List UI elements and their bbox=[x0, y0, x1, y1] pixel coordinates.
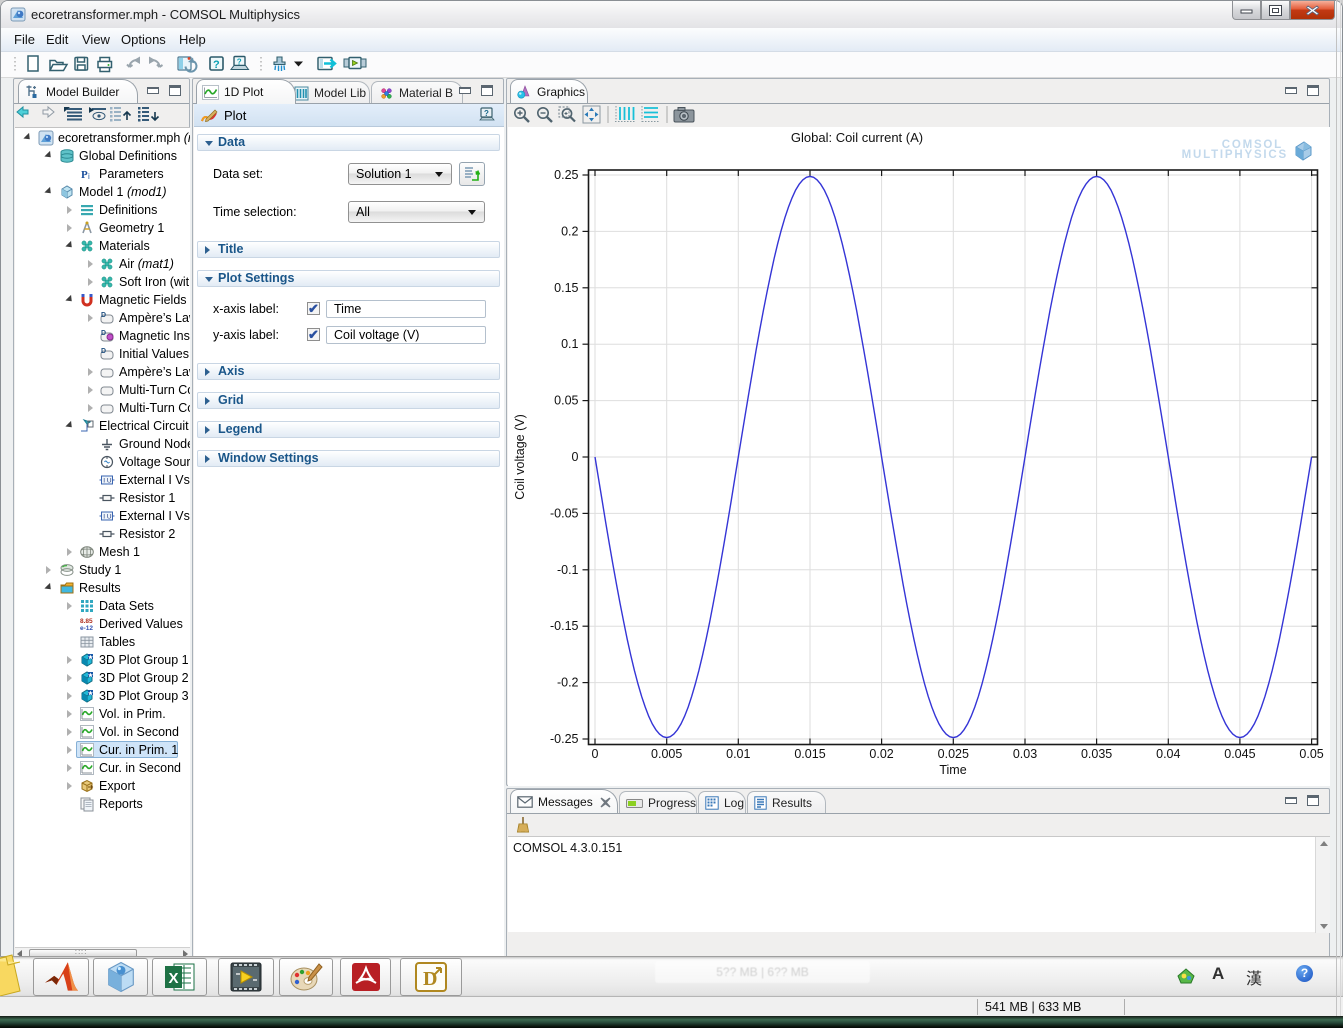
svg-text:0.05: 0.05 bbox=[1299, 747, 1323, 761]
svg-text:0.025: 0.025 bbox=[938, 747, 969, 761]
svg-text:Coil voltage (V): Coil voltage (V) bbox=[513, 414, 527, 499]
svg-text:0: 0 bbox=[592, 747, 599, 761]
svg-text:?: ? bbox=[237, 57, 242, 66]
svg-text:0.2: 0.2 bbox=[561, 224, 578, 238]
svg-text:0.1: 0.1 bbox=[561, 337, 578, 351]
svg-text:e-12: e-12 bbox=[80, 625, 93, 632]
svg-text:X: X bbox=[168, 970, 178, 987]
svg-text:?: ? bbox=[213, 59, 220, 71]
svg-text:Global: Coil current (A): Global: Coil current (A) bbox=[791, 130, 923, 145]
svg-text:0.005: 0.005 bbox=[651, 747, 682, 761]
svg-text:D: D bbox=[423, 968, 437, 990]
svg-text:0.03: 0.03 bbox=[1013, 747, 1037, 761]
svg-text:MULTIPHYSICS: MULTIPHYSICS bbox=[1182, 149, 1288, 161]
svg-text:0.15: 0.15 bbox=[554, 281, 578, 295]
svg-text:i: i bbox=[88, 172, 90, 181]
svg-text:-0.1: -0.1 bbox=[557, 563, 579, 577]
svg-text:-0.05: -0.05 bbox=[550, 506, 579, 520]
svg-text:I U: I U bbox=[103, 514, 112, 521]
svg-text:8.85: 8.85 bbox=[80, 618, 93, 625]
svg-text:-0.15: -0.15 bbox=[550, 619, 579, 633]
svg-text:?: ? bbox=[484, 109, 489, 118]
svg-text:0.02: 0.02 bbox=[869, 747, 893, 761]
svg-text:0.25: 0.25 bbox=[554, 168, 578, 182]
svg-text:0.01: 0.01 bbox=[726, 747, 750, 761]
svg-text:-0.25: -0.25 bbox=[550, 732, 579, 746]
svg-text:0.05: 0.05 bbox=[554, 394, 578, 408]
svg-text:D: D bbox=[101, 330, 106, 337]
svg-text:0: 0 bbox=[572, 450, 579, 464]
svg-text:0.015: 0.015 bbox=[794, 747, 825, 761]
svg-text:D: D bbox=[101, 312, 106, 319]
svg-text:-0.2: -0.2 bbox=[557, 676, 579, 690]
svg-text:0.04: 0.04 bbox=[1156, 747, 1180, 761]
svg-text:P: P bbox=[81, 169, 88, 181]
svg-text:0.045: 0.045 bbox=[1224, 747, 1255, 761]
svg-text:0.035: 0.035 bbox=[1081, 747, 1112, 761]
svg-text:Time: Time bbox=[939, 763, 966, 777]
svg-text:I U: I U bbox=[103, 478, 112, 485]
svg-text:D: D bbox=[101, 348, 106, 355]
